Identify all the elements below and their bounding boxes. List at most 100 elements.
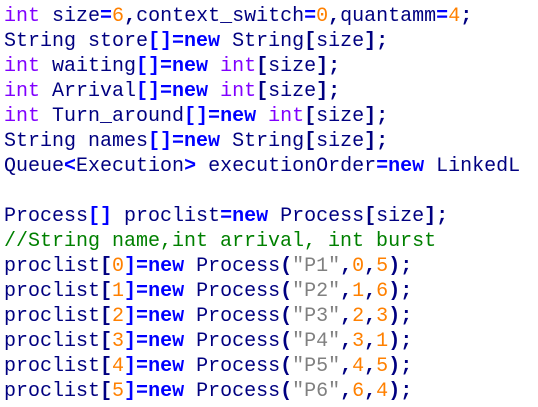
code-token-operator: []= (136, 55, 173, 78)
code-token-punct: , (340, 380, 353, 403)
code-token-number: 2 (112, 305, 125, 328)
code-token-punct: , (364, 380, 377, 403)
code-token-operator: = (304, 5, 317, 28)
code-token-default: Process (268, 205, 365, 228)
code-token-punct: [ (100, 305, 113, 328)
code-token-punct: ( (280, 255, 293, 278)
code-token-punct: [ (304, 130, 317, 153)
code-token-new: new (148, 280, 185, 303)
code-token-number: 6 (376, 280, 389, 303)
code-editor[interactable]: int size=6,context_switch=0,quantamm=4; S… (4, 4, 538, 407)
code-token-operator: ]= (124, 355, 149, 378)
code-token-number: 5 (376, 255, 389, 278)
code-token-string: "P6" (292, 380, 341, 403)
code-token-string: "P4" (292, 330, 341, 353)
code-token-default: quantamm (340, 5, 437, 28)
code-token-punct: ( (280, 305, 293, 328)
code-token-operator: = (436, 5, 449, 28)
code-token-default: size (316, 130, 365, 153)
code-token-operator: ]= (124, 305, 149, 328)
code-token-default: Arrival (40, 80, 137, 103)
code-token-keyword: int (4, 55, 41, 78)
code-line: int size=6,context_switch=0,quantamm=4; (4, 4, 538, 29)
code-token-punct: [ (100, 355, 113, 378)
code-token-default: proclist (4, 355, 101, 378)
code-token-default: Process (184, 355, 281, 378)
code-token-operator: = (220, 205, 233, 228)
code-line: Queue<Execution> executionOrder=new Link… (4, 154, 538, 179)
code-token-punct: ; (460, 5, 473, 28)
code-token-punct: [ (256, 80, 269, 103)
code-token-default: Process (4, 205, 89, 228)
code-token-default: proclist (4, 280, 101, 303)
code-token-punct: ]; (364, 30, 389, 53)
code-token-default: Process (184, 330, 281, 353)
code-token-string: "P2" (292, 280, 341, 303)
code-line: proclist[4]=new Process("P5",4,5); (4, 354, 538, 379)
code-token-default: size (316, 105, 365, 128)
code-token-default: Turn_around (40, 105, 185, 128)
code-token-punct: ); (388, 380, 413, 403)
code-token-operator: < (64, 155, 77, 178)
code-token-number: 2 (352, 305, 365, 328)
code-token-default: proclist (4, 255, 101, 278)
code-token-default: String names (4, 130, 149, 153)
code-line: proclist[2]=new Process("P3",2,3); (4, 304, 538, 329)
code-token-operator: []= (148, 130, 185, 153)
code-token-string: "P3" (292, 305, 341, 328)
code-line: Process[] proclist=new Process[size]; (4, 204, 538, 229)
code-token-number: 0 (352, 255, 365, 278)
code-line: String store[]=new String[size]; (4, 29, 538, 54)
code-token-operator: ]= (124, 380, 149, 403)
code-token-default: LinkedL (424, 155, 521, 178)
code-token-punct: , (364, 305, 377, 328)
code-token-punct: ); (388, 355, 413, 378)
code-line: //String name,int arrival, int burst (4, 229, 538, 254)
code-token-operator: ]= (124, 280, 149, 303)
code-token-keyword: int (4, 105, 41, 128)
code-token-punct: [ (304, 30, 317, 53)
code-token-number: 3 (112, 330, 125, 353)
code-line: int Turn_around[]=new int[size]; (4, 104, 538, 129)
code-token-string: "P5" (292, 355, 341, 378)
code-line: int waiting[]=new int[size]; (4, 54, 538, 79)
code-token-default: context_switch (136, 5, 305, 28)
code-token-punct: ); (388, 330, 413, 353)
code-line: int Arrival[]=new int[size]; (4, 79, 538, 104)
code-token-new: new (148, 380, 185, 403)
code-token-keyword: int (268, 105, 305, 128)
code-token-punct: , (328, 5, 341, 28)
code-token-punct: , (340, 330, 353, 353)
code-token-number: 5 (112, 380, 125, 403)
code-token-punct: , (364, 280, 377, 303)
code-token-number: 4 (352, 355, 365, 378)
code-token-punct: ]; (424, 205, 449, 228)
code-token-number: 4 (376, 380, 389, 403)
code-token-default: Process (184, 305, 281, 328)
code-token-punct: ); (388, 255, 413, 278)
code-token-new: new (148, 305, 185, 328)
code-line: proclist[5]=new Process("P6",6,4); (4, 379, 538, 404)
code-token-default: executionOrder (196, 155, 377, 178)
code-token-default: Process (184, 280, 281, 303)
code-token-punct: ]; (364, 130, 389, 153)
code-token-new: new (172, 55, 209, 78)
code-token-operator: []= (184, 105, 221, 128)
code-token-punct: ( (280, 355, 293, 378)
code-token-punct: ]; (316, 55, 341, 78)
code-token-number: 0 (112, 255, 125, 278)
code-token-operator: = (376, 155, 389, 178)
code-token-new: new (148, 330, 185, 353)
code-token-comment: //String name,int arrival, int burst (4, 230, 437, 253)
code-token-number: 4 (448, 5, 461, 28)
code-token-number: 0 (316, 5, 329, 28)
code-token-number: 3 (376, 305, 389, 328)
code-token-default: proclist (4, 330, 101, 353)
code-token-keyword: int (220, 80, 257, 103)
code-token-punct: ]; (316, 80, 341, 103)
code-token-default: size (40, 5, 101, 28)
